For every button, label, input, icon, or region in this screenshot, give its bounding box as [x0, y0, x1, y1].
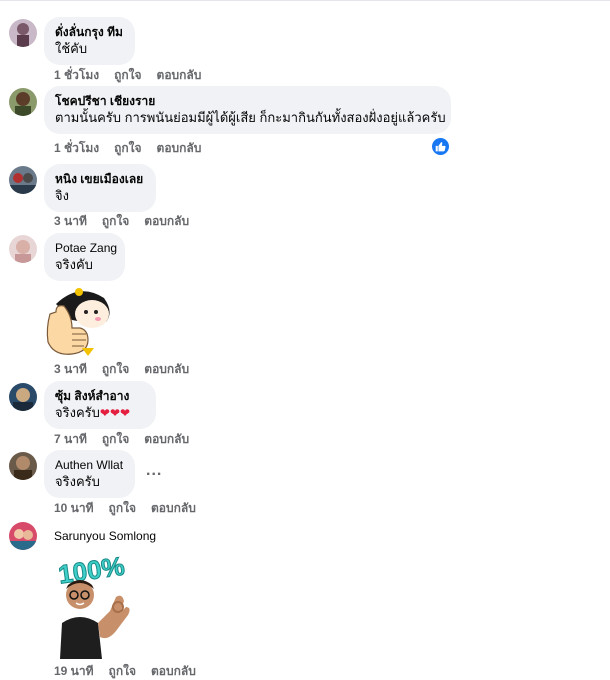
comment-author[interactable]: Authen Wllat	[55, 457, 124, 473]
reply-button[interactable]: ตอบกลับ	[144, 431, 189, 447]
sticker-100-text: 100%	[56, 551, 126, 590]
avatar[interactable]	[9, 166, 37, 194]
like-button[interactable]: ถูกใจ	[109, 500, 136, 516]
avatar[interactable]	[9, 235, 37, 263]
comment-bubble: โชคปรีชา เชียงราย ตามนั้นครับ การพนันย่อ…	[44, 86, 451, 134]
reply-button[interactable]: ตอบกลับ	[157, 67, 202, 83]
comment-text-body: จริงครับ	[55, 405, 100, 420]
thumbs-up-icon	[435, 142, 446, 152]
comment-time[interactable]: 1 ชั่วโมง	[54, 140, 99, 156]
avatar[interactable]	[9, 522, 37, 550]
comment-bubble: ซุ้ม สิงห์สำอาง จริงครับ❤❤❤	[44, 381, 156, 429]
comment-author[interactable]: โชคปรีชา เชียงราย	[55, 93, 440, 109]
heart-emoji: ❤❤❤	[99, 406, 131, 420]
comment-text: จริงคับ	[55, 257, 93, 272]
comment-time[interactable]: 3 นาที	[54, 213, 87, 229]
thumbs-up-sticker	[42, 284, 116, 363]
comment-time[interactable]: 3 นาที	[54, 361, 87, 377]
like-button[interactable]: ถูกใจ	[102, 361, 129, 377]
comment-text: จริงครับ❤❤❤	[55, 404, 145, 422]
avatar[interactable]	[9, 88, 37, 116]
comment-text: ใช้คับ	[55, 41, 88, 56]
comment-author[interactable]: ซุ้ม สิงห์สำอาง	[55, 388, 145, 404]
reply-button[interactable]: ตอบกลับ	[151, 663, 196, 679]
more-options-icon[interactable]: ...	[146, 462, 162, 480]
comment-author[interactable]: Potae Zang	[55, 240, 117, 256]
comment-actions: 3 นาที ถูกใจ ตอบกลับ	[54, 361, 189, 377]
reply-button[interactable]: ตอบกลับ	[144, 213, 189, 229]
like-button[interactable]: ถูกใจ	[102, 213, 129, 229]
like-button[interactable]: ถูกใจ	[114, 140, 141, 156]
comment-time[interactable]: 7 นาที	[54, 431, 87, 447]
avatar[interactable]	[9, 452, 37, 480]
comment-actions: 1 ชั่วโมง ถูกใจ ตอบกลับ	[54, 67, 201, 83]
like-button[interactable]: ถูกใจ	[109, 663, 136, 679]
comment-author[interactable]: ดั่งลั่นกรุง ทีม	[55, 24, 124, 40]
comment-text: ตามนั้นครับ การพนันย่อมมีผู้ได้ผู้เสีย ก…	[55, 110, 446, 125]
comment-bubble: Potae Zang จริงคับ	[44, 233, 125, 281]
like-reaction-badge[interactable]	[432, 138, 449, 155]
comment-actions: 10 นาที ถูกใจ ตอบกลับ	[54, 500, 196, 516]
reply-button[interactable]: ตอบกลับ	[151, 500, 196, 516]
comment-actions: 7 นาที ถูกใจ ตอบกลับ	[54, 431, 189, 447]
comment-author[interactable]: หนิง เขยเมืองเลย	[55, 171, 145, 187]
comment-time[interactable]: 19 นาที	[54, 663, 94, 679]
comment-time[interactable]: 1 ชั่วโมง	[54, 67, 99, 83]
comment-text: จิง	[55, 188, 69, 203]
like-button[interactable]: ถูกใจ	[102, 431, 129, 447]
comment-actions: 1 ชั่วโมง ถูกใจ ตอบกลับ	[54, 140, 201, 156]
comment-bubble: หนิง เขยเมืองเลย จิง	[44, 164, 156, 212]
avatar[interactable]	[9, 383, 37, 411]
comment-actions: 19 นาที ถูกใจ ตอบกลับ	[54, 663, 196, 679]
like-button[interactable]: ถูกใจ	[114, 67, 141, 83]
comment-actions: 3 นาที ถูกใจ ตอบกลับ	[54, 213, 189, 229]
comment-time[interactable]: 10 นาที	[54, 500, 94, 516]
comment-text: จริงครับ	[55, 474, 100, 489]
comment-bubble: Authen Wllat จริงครับ	[44, 450, 135, 498]
reply-button[interactable]: ตอบกลับ	[144, 361, 189, 377]
ok-hand-100-sticker: 100%	[52, 549, 138, 664]
comment-bubble: ดั่งลั่นกรุง ทีม ใช้คับ	[44, 17, 135, 65]
avatar[interactable]	[9, 19, 37, 47]
comment-author[interactable]: Sarunyou Somlong	[54, 528, 156, 544]
reply-button[interactable]: ตอบกลับ	[157, 140, 202, 156]
